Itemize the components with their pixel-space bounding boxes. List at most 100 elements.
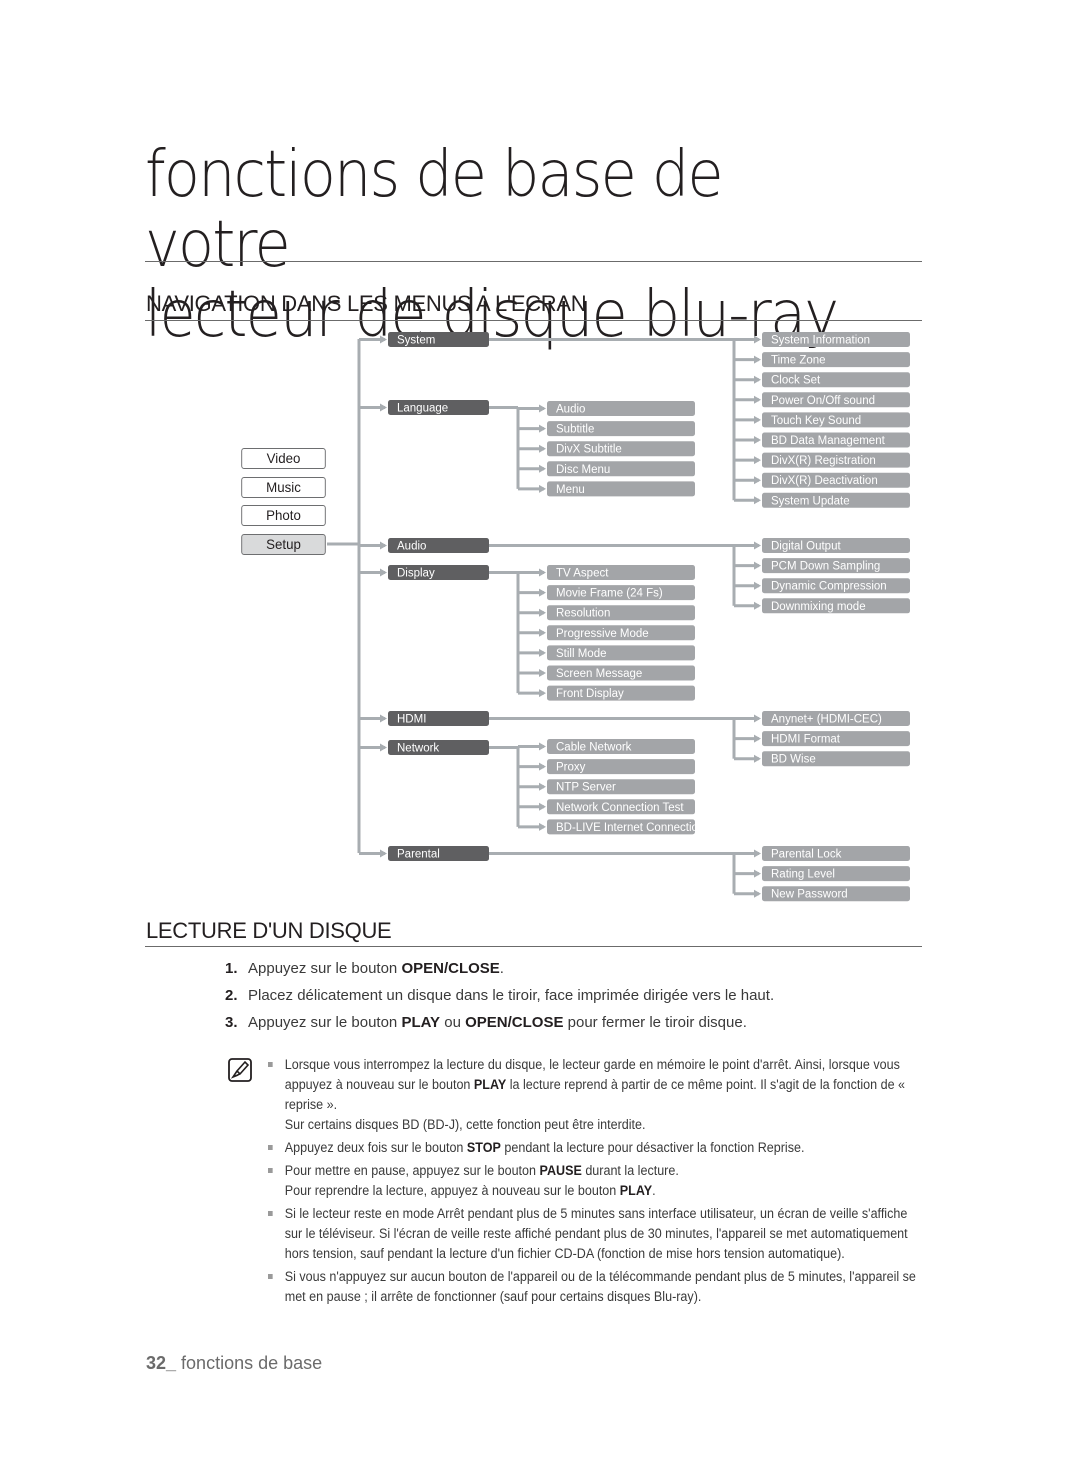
arrow-icon — [380, 743, 387, 752]
arrow-icon — [380, 541, 387, 550]
arrow-icon — [754, 456, 761, 465]
arrow-icon — [754, 496, 761, 505]
submenu-item-label: Resolution — [556, 608, 610, 620]
arrow-icon — [539, 464, 546, 473]
submenu-item-label: BD Wise — [771, 754, 816, 766]
arrow-icon — [754, 601, 761, 610]
submenu-item-label: Disc Menu — [556, 464, 610, 476]
arrow-icon — [539, 484, 546, 493]
submenu-item-label: Front Display — [556, 688, 624, 700]
submenu-item-label: System Information — [771, 335, 870, 347]
setup-item-system-label: System — [397, 335, 435, 347]
arrow-icon — [539, 802, 546, 811]
submenu-item-label: Dynamic Compression — [771, 581, 887, 593]
arrow-icon — [539, 762, 546, 771]
arrow-icon — [539, 742, 546, 751]
arrow-icon — [754, 355, 761, 364]
setup-item-audio-label: Audio — [397, 541, 426, 553]
submenu-item-label: Network Connection Test — [556, 802, 684, 814]
submenu-item-label: NTP Server — [556, 782, 616, 794]
page-footer: 32_ fonctions de base — [146, 1353, 322, 1374]
arrow-icon — [754, 754, 761, 763]
submenu-item-label: HDMI Format — [771, 734, 841, 746]
arrow-icon — [754, 375, 761, 384]
submenu-item-label: Rating Level — [771, 869, 835, 881]
arrow-icon — [754, 849, 761, 858]
submenu-item-label: DivX(R) Deactivation — [771, 475, 878, 487]
arrow-icon — [539, 608, 546, 617]
arrow-icon — [754, 476, 761, 485]
submenu-item-label: Parental Lock — [771, 849, 842, 861]
setup-item-network-label: Network — [397, 743, 439, 755]
note-icon — [228, 1058, 252, 1082]
arrow-icon — [539, 444, 546, 453]
setup-item-display-label: Display — [397, 568, 435, 580]
arrow-icon — [539, 588, 546, 597]
arrow-icon — [754, 869, 761, 878]
submenu-item-label: BD Data Management — [771, 435, 886, 447]
notes-list: Lorsque vous interrompez la lecture du d… — [268, 1055, 916, 1310]
submenu-item-label: Progressive Mode — [556, 628, 649, 640]
arrow-icon — [380, 714, 387, 723]
setup-item-parental-label: Parental — [397, 849, 440, 861]
arrow-icon — [754, 335, 761, 344]
arrow-icon — [754, 734, 761, 743]
submenu-item-label: BD-LIVE Internet Connection — [556, 822, 704, 834]
arrow-icon — [754, 561, 761, 570]
submenu-item-label: Menu — [556, 484, 585, 496]
submenu-item-label: System Update — [771, 495, 850, 507]
arrow-icon — [380, 403, 387, 412]
arrow-icon — [539, 404, 546, 413]
submenu-item-label: Cable Network — [556, 742, 632, 754]
submenu-item-label: Time Zone — [771, 355, 826, 367]
submenu-item-label: Power On/Off sound — [771, 395, 875, 407]
arrow-icon — [539, 822, 546, 831]
submenu-item-label: Touch Key Sound — [771, 415, 861, 427]
arrow-icon — [539, 648, 546, 657]
note-item: Si le lecteur reste en mode Arrêt pendan… — [268, 1204, 925, 1264]
step-item: 2. Placez délicatement un disque dans le … — [225, 987, 775, 1004]
arrow-icon — [754, 889, 761, 898]
submenu-item-label: Downmixing mode — [771, 601, 866, 613]
footer-label: fonctions de base — [176, 1353, 323, 1373]
arrow-icon — [754, 541, 761, 550]
submenu-item-label: Screen Message — [556, 668, 642, 680]
submenu-item-label: Subtitle — [556, 424, 594, 436]
arrow-icon — [539, 424, 546, 433]
setup-item-language-label: Language — [397, 403, 448, 415]
step-item: 1. Appuyez sur le bouton OPEN/CLOSE. — [225, 960, 504, 977]
section-divider — [145, 946, 922, 947]
arrow-icon — [539, 628, 546, 637]
note-item: Si vous n'appuyez sur aucun bouton de l'… — [268, 1267, 925, 1307]
submenu-item-label: New Password — [771, 889, 848, 901]
submenu-item-label: Clock Set — [771, 375, 821, 387]
setup-item-hdmi-label: HDMI — [397, 714, 426, 726]
note-item: Appuyez deux fois sur le bouton STOP pen… — [268, 1138, 925, 1158]
arrow-icon — [754, 714, 761, 723]
submenu-item-label: Anynet+ (HDMI-CEC) — [771, 714, 882, 726]
submenu-item-label: PCM Down Sampling — [771, 561, 880, 573]
setup-menu-tree: System System Information Time Zone Clock S… — [327, 332, 910, 902]
arrow-icon — [539, 689, 546, 698]
arrow-icon — [754, 415, 761, 424]
note-item: Lorsque vous interrompez la lecture du d… — [268, 1055, 925, 1135]
submenu-item-label: Digital Output — [771, 541, 841, 553]
submenu-item-label: Proxy — [556, 762, 586, 774]
submenu-item-label: Movie Frame (24 Fs) — [556, 588, 663, 600]
section-title-lecture: LECTURE D'UN DISQUE — [146, 918, 392, 943]
arrow-icon — [754, 581, 761, 590]
submenu-item-label: Audio — [556, 404, 585, 416]
step-item: 3. Appuyez sur le bouton PLAY ou OPEN/CLO… — [225, 1014, 747, 1031]
arrow-icon — [380, 335, 387, 344]
arrow-icon — [380, 849, 387, 858]
arrow-icon — [380, 568, 387, 577]
arrow-icon — [539, 782, 546, 791]
submenu-item-label: DivX Subtitle — [556, 444, 622, 456]
submenu-item-label: TV Aspect — [556, 568, 609, 580]
arrow-icon — [754, 436, 761, 444]
arrow-icon — [754, 395, 761, 404]
arrow-icon — [539, 568, 546, 577]
submenu-item-label: Still Mode — [556, 648, 607, 660]
arrow-icon — [539, 669, 546, 677]
note-item: Pour mettre en pause, appuyez sur le bou… — [268, 1161, 925, 1201]
